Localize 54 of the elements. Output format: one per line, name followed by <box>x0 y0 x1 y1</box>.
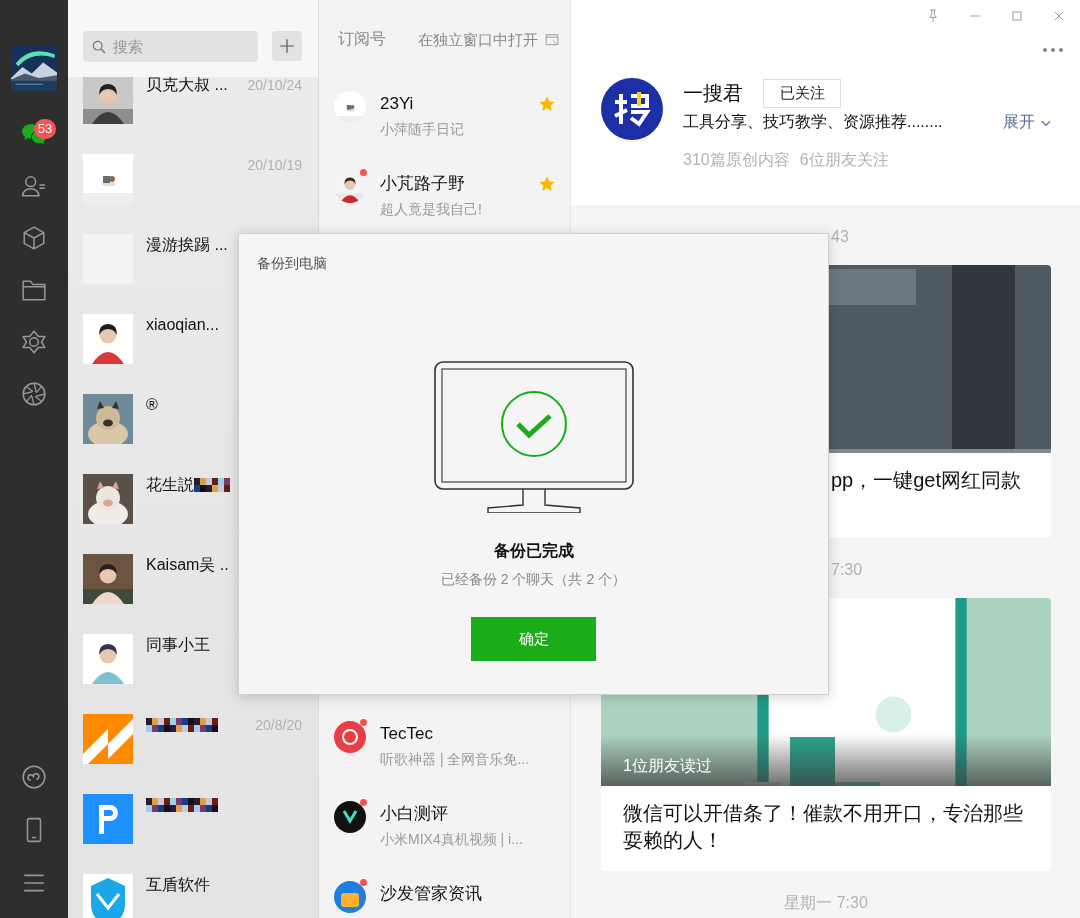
window-icon <box>544 33 560 47</box>
chat-date: 20/10/19 <box>247 156 302 175</box>
chat-name: 贝克大叔 ... <box>146 75 228 95</box>
article-title: 微信可以开借条了！催款不用开口，专治那些耍赖的人！ <box>622 801 1024 853</box>
more-icon[interactable] <box>1042 47 1064 53</box>
stripe-logo-icon <box>83 714 133 764</box>
chat-name: ® <box>146 395 158 415</box>
round-logo-icon <box>334 881 366 913</box>
friends-read-label: 1位朋友读过 <box>623 756 712 776</box>
timestamp: 7:30 <box>831 560 863 580</box>
chat-name: 互盾软件 <box>146 875 210 895</box>
chat-name: Kaisam吴 .. <box>146 555 229 575</box>
chat-name: xiaoqian... <box>146 315 219 335</box>
account-subtitle: 听歌神器 | 全网音乐免... <box>380 750 531 769</box>
plus-icon[interactable] <box>278 37 296 55</box>
hexagram-icon[interactable] <box>21 329 47 355</box>
add-button[interactable] <box>272 31 302 61</box>
account-subtitle: 小萍随手日记 <box>380 120 465 139</box>
account-description: 工具分享、技巧教学、资源推荐........ <box>683 112 943 132</box>
aperture-icon[interactable] <box>21 381 47 407</box>
account-stat: 310篇原创内容 <box>683 150 790 170</box>
shield-logo-icon <box>83 874 133 918</box>
account-name: 小白测评 <box>380 803 449 825</box>
unread-badge: 53 <box>34 119 56 139</box>
round-logo-icon <box>334 721 366 753</box>
search-logo-icon <box>601 78 663 140</box>
account-name: 23Yi <box>380 93 415 115</box>
chat-name: 花生説 <box>146 475 194 495</box>
account-subtitle: 小米MIX4真机视频 | i... <box>380 830 524 849</box>
account-subtitle: 超人竟是我自己! <box>380 200 483 219</box>
chat-name: 同事小王 <box>146 635 210 655</box>
account-name: TecTec <box>380 723 434 745</box>
expand-link[interactable]: 展开 <box>1003 112 1053 133</box>
dialog-message: 已经备份 2 个聊天（共 2 个） <box>440 570 627 589</box>
dialog-heading: 备份已完成 <box>493 541 574 561</box>
contacts-icon[interactable] <box>21 173 47 199</box>
open-window-link[interactable]: 在独立窗口中打开 <box>418 30 560 50</box>
chat-date: 20/10/24 <box>247 76 302 95</box>
round-logo-icon <box>334 801 366 833</box>
chat-name: 漫游挨踢 ... <box>146 235 228 255</box>
account-stat: 6位朋友关注 <box>799 150 889 170</box>
panel-title: 订阅号 <box>338 28 386 49</box>
cube-icon[interactable] <box>21 225 47 251</box>
account-name: 小芃路子野 <box>380 173 466 195</box>
follow-button[interactable]: 已关注 <box>763 78 841 108</box>
parking-logo-icon <box>83 794 133 844</box>
account-title: 一搜君 <box>683 80 743 106</box>
confirm-button[interactable]: 确定 <box>471 617 596 661</box>
article-title: pp，一键get网红同款 <box>830 468 1023 493</box>
account-name: 沙发管家资讯 <box>380 883 483 905</box>
search-field[interactable]: 搜索 <box>83 31 258 62</box>
dialog-title: 备份到电脑 <box>257 254 327 273</box>
search-icon <box>91 39 107 55</box>
timestamp: 43 <box>831 227 849 247</box>
